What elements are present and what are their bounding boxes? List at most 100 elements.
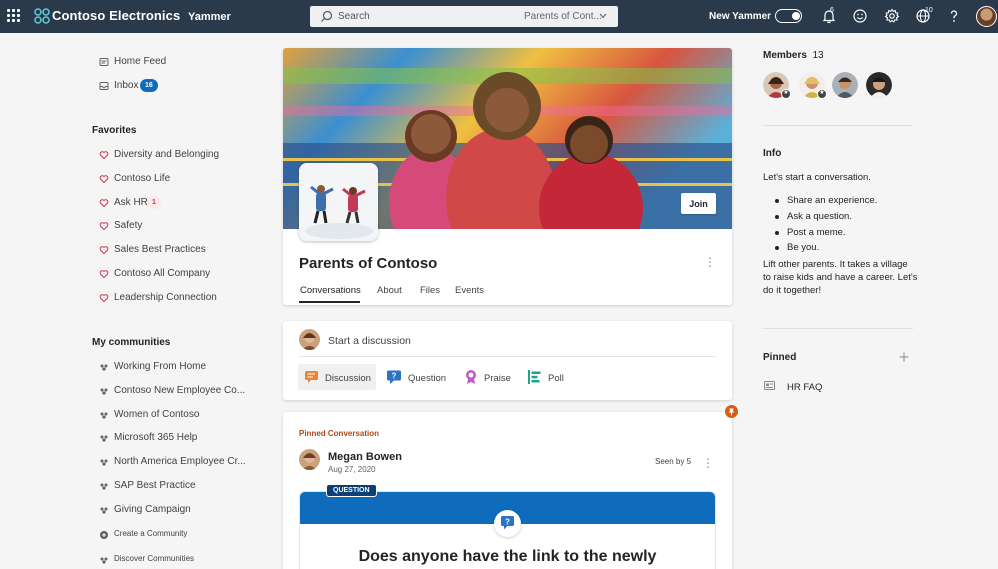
gear-icon[interactable] [884, 8, 900, 24]
home-feed-label: Home Feed [114, 56, 167, 67]
favorites-title: Favorites [92, 125, 137, 136]
profile-avatar[interactable] [976, 6, 997, 27]
question-title: Does anyone have the link to the newly [358, 548, 657, 565]
tab-about[interactable]: About [377, 285, 402, 296]
author-avatar[interactable] [299, 449, 320, 470]
community-icon [100, 435, 108, 442]
composer-avatar [299, 329, 320, 350]
admin-star-icon: ★ [781, 89, 791, 99]
question-icon: ? [387, 370, 401, 384]
join-button[interactable]: Join [681, 193, 716, 214]
chevron-down-icon[interactable] [598, 10, 608, 22]
favorite-label: Contoso Life [114, 172, 171, 184]
heart-icon [99, 198, 109, 207]
heart-icon [99, 151, 109, 160]
brand-name[interactable]: Contoso Electronics [52, 8, 180, 23]
praise-label: Praise [484, 373, 511, 384]
post-type-question[interactable]: ? Question [380, 364, 450, 390]
question-label: Question [408, 373, 447, 384]
discussion-icon [305, 371, 318, 383]
search-box[interactable]: Search Parents of Cont... [310, 6, 618, 27]
divider [763, 328, 913, 329]
search-scope[interactable]: Parents of Cont... [524, 11, 602, 22]
discover-communities-label: Discover Communities [114, 554, 195, 563]
pin-icon [725, 405, 738, 418]
inbox-icon [99, 82, 109, 90]
member-avatar[interactable] [832, 72, 858, 98]
group-title: Parents of Contoso [299, 255, 438, 272]
composer-divider [299, 356, 716, 357]
divider [763, 125, 913, 126]
pinned-link-icon [764, 381, 775, 390]
community-icon [100, 364, 108, 371]
heart-icon [99, 222, 109, 231]
info-bullets: Share an experience. Ask a question. Pos… [774, 195, 877, 258]
pinned-item-hr-faq[interactable]: HR FAQ [787, 382, 822, 393]
info-bullet: Ask a question. [774, 211, 877, 227]
community-icon [100, 412, 108, 419]
tab-events[interactable]: Events [455, 285, 484, 296]
favorite-label: Leadership Connection [114, 291, 217, 303]
post-type-poll[interactable]: Poll [521, 364, 571, 390]
question-icon: ? [494, 510, 521, 537]
post-type-praise[interactable]: Praise [457, 364, 515, 390]
app-name[interactable]: Yammer [188, 11, 231, 23]
new-yammer-label: New Yammer [709, 11, 772, 22]
create-community-label: Create a Community [114, 529, 188, 538]
seen-by[interactable]: Seen by 5 [655, 457, 691, 466]
my-communities-title: My communities [92, 337, 171, 348]
community-icon [100, 507, 108, 514]
members-label: Members [763, 50, 807, 61]
favorite-label: Sales Best Practices [114, 244, 206, 256]
heart-icon [99, 294, 109, 303]
heart-icon [99, 246, 109, 255]
poll-icon [528, 370, 541, 384]
add-pinned-icon[interactable] [899, 352, 909, 362]
info-outro: Lift other parents. It takes a village t… [763, 259, 918, 296]
community-icon [100, 459, 108, 466]
snow-angels-image [299, 163, 378, 241]
favorite-count-badge: 1 [147, 195, 161, 209]
favorite-label: Safety [114, 220, 143, 232]
contoso-logo-icon [34, 8, 50, 24]
member-avatar[interactable]: ★ [799, 72, 827, 99]
search-placeholder: Search [338, 11, 370, 22]
inbox-count-badge: 16 [140, 79, 158, 92]
group-logo [299, 163, 378, 241]
new-yammer-toggle[interactable] [775, 9, 802, 23]
community-label: Women of Contoso [114, 408, 200, 420]
discussion-label: Discussion [325, 373, 371, 384]
start-discussion-input[interactable]: Start a discussion [328, 335, 411, 347]
info-bullet: Share an experience. [774, 195, 877, 211]
community-label: Microsoft 365 Help [114, 432, 198, 444]
community-icon [100, 388, 108, 395]
tab-conversations[interactable]: Conversations [300, 285, 361, 296]
help-icon[interactable] [946, 8, 962, 24]
tab-files[interactable]: Files [420, 285, 440, 296]
group-more-options-icon[interactable]: ⋮ [704, 256, 716, 268]
community-label: Working From Home [114, 361, 207, 372]
add-circle-icon [100, 531, 108, 539]
member-avatar[interactable]: ★ [763, 72, 791, 99]
bell-icon[interactable] [821, 8, 837, 24]
app-launcher-icon[interactable] [7, 9, 21, 23]
community-label: North America Employee Cr... [114, 456, 246, 468]
svg-text:?: ? [505, 517, 510, 526]
members-header[interactable]: Members 13 [763, 50, 824, 61]
community-icon [100, 557, 108, 564]
favorite-label: Diversity and Belonging [114, 149, 220, 160]
favorite-label: Ask HR [114, 196, 148, 208]
member-avatar[interactable] [866, 72, 892, 98]
post-more-options-icon[interactable]: ⋮ [702, 457, 714, 469]
smiley-icon[interactable] [852, 8, 868, 24]
pinned-conversation-label: Pinned Conversation [299, 429, 380, 438]
community-label: Giving Campaign [114, 503, 191, 515]
globe-badge: 10 [925, 7, 933, 14]
post-type-discussion[interactable]: Discussion [298, 364, 376, 390]
community-label: Contoso New Employee Co... [114, 384, 246, 396]
post-author[interactable]: Megan Bowen [328, 451, 402, 463]
pinned-title: Pinned [763, 352, 797, 363]
info-intro: Let's start a conversation. [763, 172, 871, 183]
active-tab-indicator [299, 301, 360, 303]
toggle-knob [791, 11, 800, 20]
